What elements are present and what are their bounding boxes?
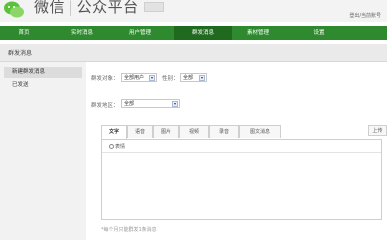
sidebar-item-sent[interactable]: 已发送	[4, 80, 82, 91]
nav-mass-message[interactable]: 群发消息	[174, 26, 232, 40]
tab-image[interactable]: 图片	[153, 125, 179, 138]
sidebar: 新建群发消息 已发送	[0, 62, 86, 240]
nav-settings[interactable]: 设置	[299, 26, 339, 40]
gender-select[interactable]: 全部 ▾	[180, 73, 207, 82]
nav-realtime[interactable]: 实时消息	[62, 26, 102, 40]
tab-recording[interactable]: 录音	[209, 125, 239, 138]
nav-materials[interactable]: 素材管理	[238, 26, 278, 40]
gender-select-value: 全部	[183, 75, 194, 81]
wechat-logo-icon	[4, 1, 24, 18]
section-header: 群发消息	[0, 44, 387, 62]
editor-toolbar: 表情	[102, 140, 381, 153]
main-content: 群发对象： 全部用户 ▾ 性别： 全部 ▾ 群发地区： 全部 ▾ 文字 语音 图…	[86, 62, 387, 240]
region-select-value: 全部	[124, 101, 135, 107]
chevron-down-icon: ▾	[172, 101, 178, 107]
sidebar-item-new-mass-message[interactable]: 新建群发消息	[4, 67, 82, 78]
tab-video[interactable]: 视频	[179, 125, 209, 138]
target-select-value: 全部用户	[124, 75, 145, 81]
region-label: 群发地区：	[91, 103, 119, 109]
region-select[interactable]: 全部 ▾	[121, 99, 180, 108]
nav-users[interactable]: 用户管理	[120, 26, 160, 40]
chevron-down-icon: ▾	[199, 75, 205, 81]
tab-rich-media[interactable]: 图文消息	[239, 125, 281, 138]
logo-text: 微信 | 公众平台	[34, 0, 139, 16]
nav-home[interactable]: 首页	[4, 26, 44, 40]
tab-text[interactable]: 文字	[101, 125, 127, 139]
target-select[interactable]: 全部用户 ▾	[121, 73, 157, 82]
account-link[interactable]: 登出/当前账号	[349, 12, 381, 19]
section-title: 群发消息	[8, 50, 33, 57]
message-editor[interactable]: 表情	[101, 139, 382, 220]
beta-tag	[144, 2, 164, 12]
emoji-label: 表情	[115, 144, 126, 150]
header-bar: 微信 | 公众平台 登出/当前账号	[0, 0, 387, 22]
emoji-button[interactable]: 表情	[109, 143, 125, 150]
main-nav: 首页 实时消息 用户管理 群发消息 素材管理 设置	[0, 26, 387, 40]
upload-button[interactable]: 上传	[368, 125, 387, 136]
gender-label: 性别：	[162, 76, 179, 82]
mass-message-note: *每个月只能群发1条消息	[101, 227, 157, 233]
chevron-down-icon: ▾	[149, 75, 155, 81]
smiley-icon	[109, 144, 114, 149]
target-label: 群发对象：	[91, 76, 119, 82]
tab-voice[interactable]: 语音	[127, 125, 153, 138]
